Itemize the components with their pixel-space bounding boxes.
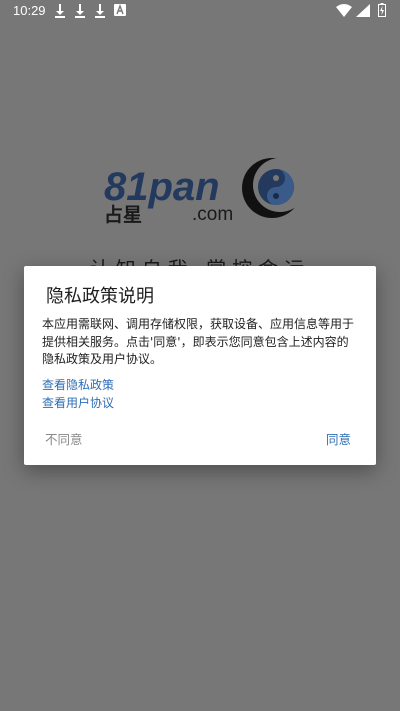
status-time: 10:29 xyxy=(13,3,46,18)
app-notification-icon xyxy=(114,4,126,16)
logo-domain-text: .com xyxy=(192,204,233,225)
dialog-title: 隐私政策说明 xyxy=(46,286,154,307)
user-agreement-link[interactable]: 查看用户协议 xyxy=(42,394,114,411)
dialog-message: 本应用需联网、调用存储权限，获取设备、应用信息等用于提供相关服务。点击'同意'，… xyxy=(42,317,355,366)
signal-icon xyxy=(356,4,370,17)
download-icon xyxy=(55,4,65,18)
logo-main-text: 81pan xyxy=(104,165,220,209)
agree-button[interactable]: 同意 xyxy=(326,429,351,448)
download-icon xyxy=(95,4,105,18)
logo-cn-text: 占星 xyxy=(104,203,142,226)
wifi-icon xyxy=(336,4,352,17)
privacy-dialog: 隐私政策说明 本应用需联网、调用存储权限，获取设备、应用信息等用于提供相关服务。… xyxy=(24,266,376,465)
app-logo: 81pan 占星 .com xyxy=(104,155,307,235)
battery-icon xyxy=(378,3,386,17)
status-bar: 10:29 xyxy=(0,0,400,24)
moon-logo-icon xyxy=(242,158,307,218)
download-icon xyxy=(75,4,85,18)
disagree-button[interactable]: 不同意 xyxy=(45,429,83,448)
privacy-policy-link[interactable]: 查看隐私政策 xyxy=(42,376,114,393)
